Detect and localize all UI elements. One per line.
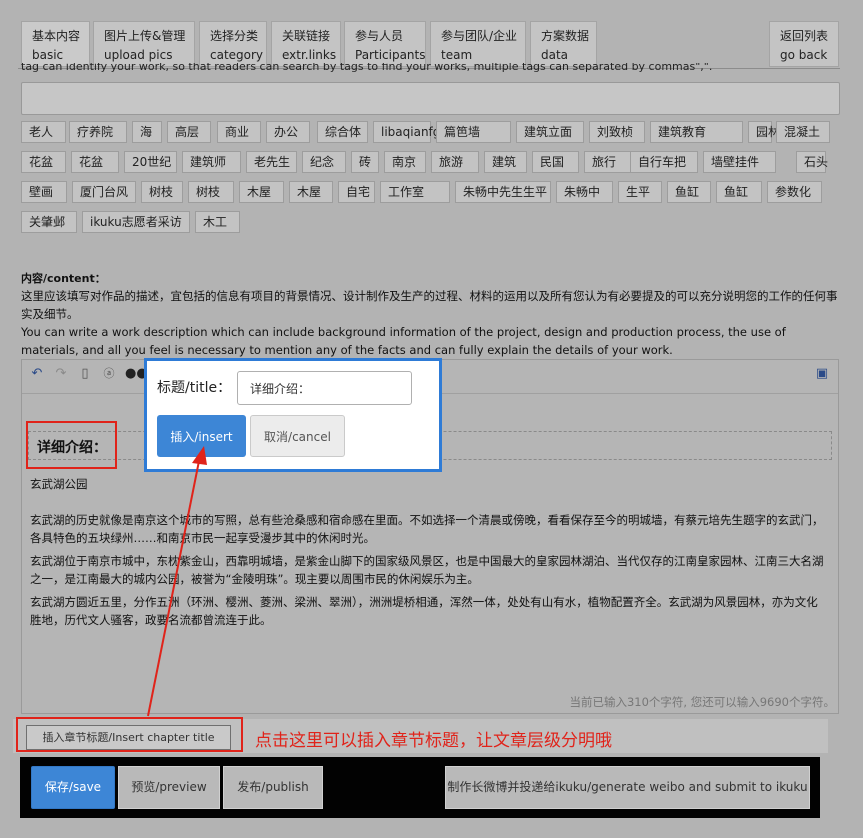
tag-chip[interactable]: 旅游 <box>431 151 479 173</box>
tag-chip[interactable]: 建筑教育 <box>650 121 743 143</box>
tag-chip[interactable]: 树枝 <box>141 181 183 203</box>
tab-label-zh: 选择分类 <box>210 29 259 43</box>
char-counter: 当前已输入310个字符, 您还可以输入9690个字符。 <box>569 695 835 709</box>
tag-chip[interactable]: 朱畅中 <box>556 181 613 203</box>
tag-chip[interactable]: 砖 <box>351 151 379 173</box>
tag-chip[interactable]: 参数化 <box>767 181 822 203</box>
tag-chip[interactable]: 高层 <box>167 121 211 143</box>
go-back-label-zh: 返回列表 <box>780 29 829 43</box>
tab-participants[interactable]: 参与人员 Participants <box>344 21 426 67</box>
tag-chip[interactable]: 木屋 <box>289 181 333 203</box>
tag-chip[interactable]: 民国 <box>532 151 579 173</box>
chapter-title-highlight <box>26 421 117 469</box>
tag-chip[interactable]: 厦门台风 <box>72 181 136 203</box>
tab-basic[interactable]: 基本内容 basic <box>21 21 90 67</box>
preview-button[interactable]: 预览/preview <box>118 766 220 809</box>
tag-chip[interactable]: 鱼缸 <box>716 181 762 203</box>
tag-chip[interactable]: 海 <box>132 121 162 143</box>
tag-chip[interactable]: 20世纪 <box>124 151 177 173</box>
save-button[interactable]: 保存/save <box>31 766 115 809</box>
tag-chip[interactable]: 花盆 <box>21 151 66 173</box>
tag-chip[interactable]: 墙壁挂件 <box>703 151 776 173</box>
tag-chip[interactable]: 刘致桢 <box>589 121 645 143</box>
insert-chapter-highlight <box>16 717 243 752</box>
tag-chip[interactable]: 朱畅中先生生平 <box>455 181 551 203</box>
tag-chip[interactable]: 关肇邺 <box>21 211 77 233</box>
tag-chip[interactable]: 壁画 <box>21 181 67 203</box>
dialog-title-label: 标题/title： <box>157 380 232 396</box>
tag-chip[interactable]: 自宅 <box>338 181 375 203</box>
tab-upload-pics[interactable]: 图片上传&管理 upload pics <box>93 21 195 67</box>
tag-chip[interactable]: libaqianfg <box>373 121 440 143</box>
tab-label-zh: 图片上传&管理 <box>104 29 186 43</box>
editor-paragraph: 玄武湖方圆近五里，分作五洲（环洲、樱洲、菱洲、梁洲、翠洲），洲洲堤桥相通，浑然一… <box>30 595 818 627</box>
tag-chip[interactable]: 建筑立面 <box>516 121 584 143</box>
tag-chip[interactable]: 建筑师 <box>182 151 241 173</box>
tab-label-zh: 基本内容 <box>32 29 81 43</box>
tag-chip[interactable]: 办公 <box>266 121 310 143</box>
tag-chip[interactable]: 石头 <box>796 151 828 173</box>
tab-team[interactable]: 参与团队/企业 team <box>430 21 526 67</box>
format-icon[interactable]: ⓐ <box>101 366 117 382</box>
tag-chip[interactable]: ikuku志愿者采访 <box>82 211 190 233</box>
tab-label-zh: 关联链接 <box>282 29 331 43</box>
tag-chip[interactable]: 鱼缸 <box>667 181 711 203</box>
tag-chip[interactable]: 建筑 <box>484 151 527 173</box>
tag-chip[interactable]: 园林 <box>748 121 780 143</box>
fullscreen-monitor-icon[interactable]: ▣ <box>814 366 830 382</box>
new-document-icon[interactable]: ▯ <box>77 366 93 382</box>
tab-extr-links[interactable]: 关联链接 extr.links <box>271 21 341 67</box>
annotation-note: 点击这里可以插入章节标题，让文章层级分明哦 <box>255 731 612 751</box>
tag-chip[interactable]: 综合体 <box>317 121 368 143</box>
tag-chip[interactable]: 木屋 <box>239 181 284 203</box>
tab-label-zh: 方案数据 <box>541 29 590 43</box>
tag-chip[interactable]: 纪念 <box>302 151 346 173</box>
tag-chip[interactable]: 树枝 <box>188 181 234 203</box>
tag-chip[interactable]: 工作室 <box>380 181 450 203</box>
content-desc-zh: 这里应该填写对作品的描述，宜包括的信息有项目的背景情况、设计制作及生产的过程、材… <box>21 289 838 321</box>
tag-chip[interactable]: 生平 <box>618 181 662 203</box>
publish-button[interactable]: 发布/publish <box>223 766 323 809</box>
tag-chip[interactable]: 篇笆墙 <box>436 121 511 143</box>
tag-chip[interactable]: 老先生 <box>246 151 297 173</box>
content-label: 内容/content： <box>21 272 106 285</box>
dialog-insert-button[interactable]: 插入/insert <box>157 415 246 457</box>
redo-icon[interactable]: ↷ <box>53 366 69 382</box>
dialog-title-input[interactable] <box>237 371 412 405</box>
content-desc-en: You can write a work description which c… <box>21 325 786 357</box>
editor-place: 玄武湖公园 <box>30 477 88 491</box>
tag-input-field[interactable] <box>21 82 840 115</box>
find-binoculars-icon[interactable]: ●● <box>125 366 148 382</box>
dialog-cancel-button[interactable]: 取消/cancel <box>250 415 345 457</box>
editor-paragraph: 玄武湖位于南京市城中，东枕紫金山，西靠明城墙，是紫金山脚下的国家级风景区，也是中… <box>30 554 824 586</box>
tab-label-zh: 参与团队/企业 <box>441 29 518 43</box>
editor-paragraph: 玄武湖的历史就像是南京这个城市的写照，总有些沧桑感和宿命感在里面。不如选择一个清… <box>30 513 824 545</box>
generate-weibo-button[interactable]: 制作长微博并投递给ikuku/generate weibo and submit… <box>445 766 810 809</box>
tab-data[interactable]: 方案数据 data <box>530 21 597 67</box>
tag-chip[interactable]: 木工 <box>195 211 240 233</box>
tag-chip[interactable]: 花盆 <box>71 151 119 173</box>
tag-chip[interactable]: 自行车把 <box>630 151 698 173</box>
go-back-button[interactable]: 返回列表 go back <box>769 21 839 67</box>
tag-chip[interactable]: 商业 <box>217 121 261 143</box>
tags-hint: tag can identify your work, so that read… <box>21 63 713 73</box>
tag-chip[interactable]: 南京 <box>384 151 426 173</box>
tab-label-zh: 参与人员 <box>355 29 404 43</box>
tag-chip[interactable]: 疗养院 <box>69 121 127 143</box>
tag-chip[interactable]: 老人 <box>21 121 66 143</box>
tag-chip[interactable]: 混凝土 <box>776 121 830 143</box>
undo-icon[interactable]: ↶ <box>29 366 45 382</box>
tab-category[interactable]: 选择分类 category <box>199 21 267 67</box>
